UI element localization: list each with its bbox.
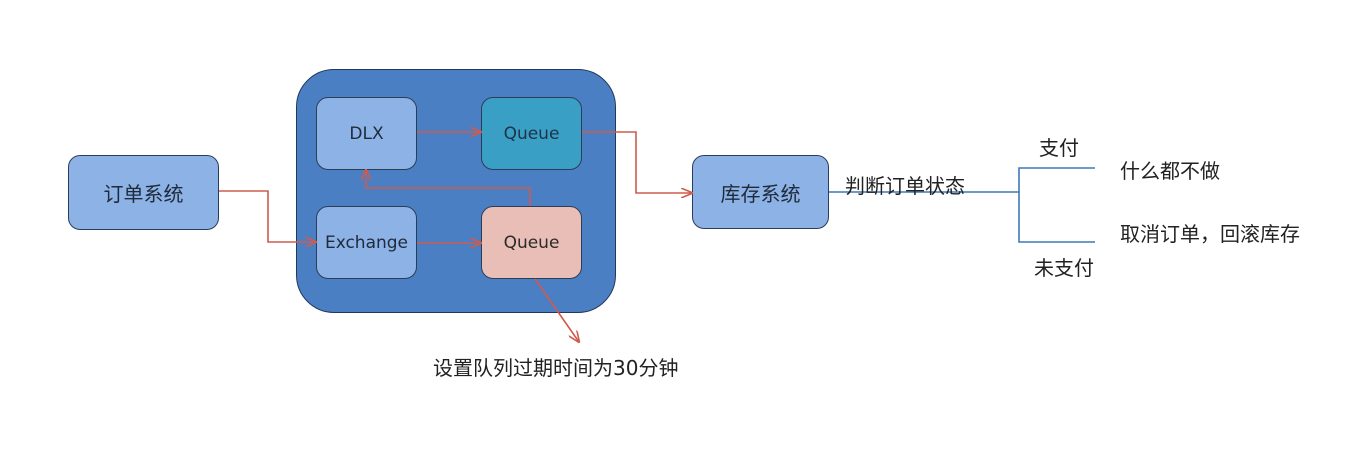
paid-label: 支付: [1039, 136, 1079, 160]
arrow-queue-to-dlx: [366, 170, 531, 206]
branch-paid-line: [1018, 167, 1095, 192]
judge-order-status-label: 判断订单状态: [845, 174, 965, 198]
paid-action-label: 什么都不做: [1120, 159, 1220, 183]
arrow-queue-to-inventory: [582, 131, 692, 193]
arrow-order-to-exchange: [219, 190, 316, 242]
unpaid-action-label: 取消订单，回滚库存: [1120, 222, 1300, 246]
ttl-note-label: 设置队列过期时间为30分钟: [433, 356, 679, 380]
unpaid-label: 未支付: [1034, 256, 1094, 280]
branch-unpaid-line: [1018, 192, 1095, 243]
arrow-queue-to-ttl-note: [534, 278, 579, 342]
